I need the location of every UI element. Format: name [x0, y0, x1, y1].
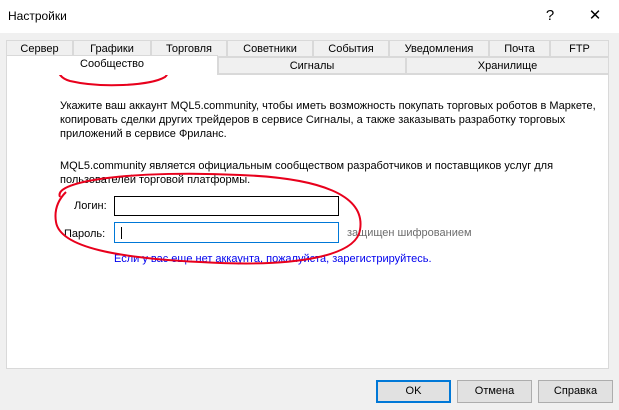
about-text: MQL5.community является официальным сооб… [60, 159, 600, 187]
text-caret [121, 227, 122, 239]
about-line-2: пользователей торговой платформы. [60, 174, 251, 186]
password-label: Пароль: [64, 228, 106, 240]
register-link[interactable]: Если у вас еще нет аккаунта, пожалуйста,… [114, 253, 432, 265]
tab-expert-advisors[interactable]: Советники [227, 40, 313, 57]
intro-line-3: приложений в сервисе Фриланс. [60, 128, 227, 140]
about-line-1: MQL5.community является официальным сооб… [60, 160, 554, 172]
cancel-button[interactable]: Отмена [457, 380, 532, 403]
password-field[interactable] [114, 222, 339, 243]
tab-signals[interactable]: Сигналы [218, 57, 406, 74]
tab-ftp[interactable]: FTP [550, 40, 609, 57]
close-icon[interactable]: ✕ [575, 4, 615, 28]
login-field[interactable] [114, 196, 339, 216]
tab-email[interactable]: Почта [489, 40, 550, 57]
intro-text: Укажите ваш аккаунт MQL5.community, чтоб… [60, 99, 600, 141]
tab-community[interactable]: Сообщество [6, 55, 218, 75]
help-button[interactable]: Справка [538, 380, 613, 403]
login-label: Логин: [74, 200, 107, 212]
intro-line-1: Укажите ваш аккаунт MQL5.community, чтоб… [60, 100, 596, 112]
tab-notifications[interactable]: Уведомления [389, 40, 489, 57]
tab-events[interactable]: События [313, 40, 389, 57]
encryption-hint: защищен шифрованием [347, 227, 472, 239]
tab-storage[interactable]: Хранилище [406, 57, 609, 74]
help-icon[interactable]: ? [530, 4, 570, 28]
intro-line-2: копировать сделки других трейдеров в сер… [60, 114, 566, 126]
title-bar: Настройки ? ✕ [0, 0, 619, 33]
window-title: Настройки [8, 9, 67, 23]
ok-button[interactable]: OK [376, 380, 451, 403]
